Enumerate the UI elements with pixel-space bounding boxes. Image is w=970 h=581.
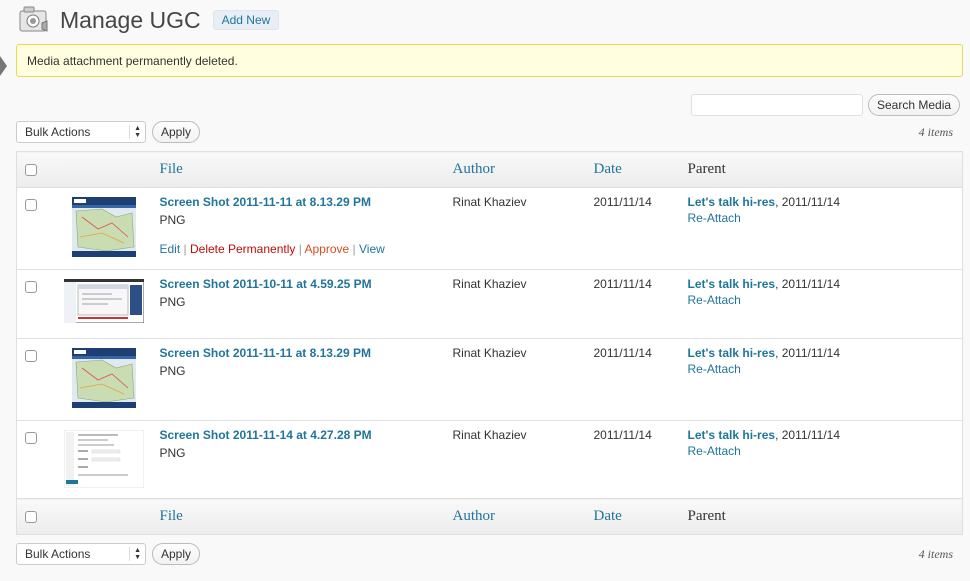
author-cell: Rinat Khaziev: [444, 338, 586, 421]
approve-link[interactable]: Approve: [305, 242, 350, 256]
notice-message: Media attachment permanently deleted.: [16, 44, 963, 77]
date-cell: 2011/11/14: [585, 420, 680, 499]
separator: |: [349, 242, 359, 256]
parent-link[interactable]: Let's talk hi-res: [688, 346, 776, 360]
bulk-actions-select-bottom[interactable]: Bulk Actions ▲ ▼: [16, 543, 146, 565]
search-input[interactable]: [691, 94, 863, 116]
thumbnail-form-image[interactable]: [63, 430, 144, 488]
re-attach-link[interactable]: Re-Attach: [688, 293, 955, 307]
author-cell: Rinat Khaziev: [444, 420, 586, 499]
add-new-button[interactable]: Add New: [212, 10, 280, 30]
table-row: Screen Shot 2011-10-11 at 4.59.25 PM PNG…: [16, 269, 963, 339]
parent-date: , 2011/11/14: [775, 428, 841, 442]
column-author[interactable]: Author: [444, 151, 586, 188]
select-arrows-icon: ▲ ▼: [129, 125, 141, 139]
file-type: PNG: [159, 295, 186, 309]
select-arrows-icon: ▲ ▼: [129, 547, 141, 561]
apply-button-bottom[interactable]: Apply: [152, 543, 201, 565]
file-name-link[interactable]: Screen Shot 2011-10-11 at 4.59.25 PM: [160, 277, 372, 291]
items-count-bottom: 4 items: [918, 546, 953, 561]
edit-link[interactable]: Edit: [160, 242, 181, 256]
parent-link[interactable]: Let's talk hi-res: [688, 277, 776, 291]
row-checkbox[interactable]: [25, 350, 37, 362]
parent-date: , 2011/11/14: [775, 277, 841, 291]
date-cell: 2011/11/14: [585, 338, 680, 421]
author-cell: Rinat Khaziev: [444, 187, 586, 270]
page-title: Manage UGC: [60, 6, 201, 33]
file-type: PNG: [159, 364, 186, 378]
separator: |: [295, 242, 305, 256]
parent-link[interactable]: Let's talk hi-res: [688, 195, 776, 209]
date-cell: 2011/11/14: [585, 269, 680, 339]
column-author-footer[interactable]: Author: [444, 498, 586, 535]
row-actions: Edit | Delete Permanently | Approve | Vi…: [160, 242, 437, 256]
parent-link[interactable]: Let's talk hi-res: [688, 428, 776, 442]
table-row: Screen Shot 2011-11-11 at 8.13.29 PM PNG…: [16, 338, 963, 421]
media-table: File Author Date Parent Screen Shot 2011…: [16, 151, 963, 535]
thumbnail-map-image[interactable]: [71, 348, 136, 408]
file-type: PNG: [159, 213, 186, 227]
row-checkbox[interactable]: [25, 432, 37, 444]
column-parent: Parent: [679, 151, 963, 188]
search-box: Search Media: [691, 94, 961, 116]
column-date[interactable]: Date: [585, 151, 680, 188]
separator: |: [180, 242, 190, 256]
collapse-arrow-icon: [0, 56, 7, 76]
tablenav-bottom: Bulk Actions ▲ ▼ Apply 4 items: [16, 543, 963, 565]
file-name-link[interactable]: Screen Shot 2011-11-11 at 8.13.29 PM: [160, 195, 371, 209]
select-all-checkbox[interactable]: [25, 163, 37, 176]
parent-date: , 2011/11/14: [775, 346, 841, 360]
file-name-link[interactable]: Screen Shot 2011-11-11 at 8.13.29 PM: [160, 346, 371, 360]
author-cell: Rinat Khaziev: [444, 269, 586, 339]
re-attach-link[interactable]: Re-Attach: [688, 362, 955, 376]
view-link[interactable]: View: [359, 242, 385, 256]
items-count: 4 items: [918, 124, 953, 139]
bulk-actions-select[interactable]: Bulk Actions ▲ ▼: [16, 121, 146, 143]
column-date-footer[interactable]: Date: [585, 498, 680, 535]
column-file-footer[interactable]: File: [151, 498, 445, 535]
column-file[interactable]: File: [151, 151, 445, 188]
page-header: Manage UGC Add New: [18, 4, 280, 36]
file-name-link[interactable]: Screen Shot 2011-11-14 at 4.27.28 PM: [160, 428, 372, 442]
row-checkbox[interactable]: [25, 281, 37, 293]
table-row: Screen Shot 2011-11-14 at 4.27.28 PM PNG…: [16, 420, 963, 499]
delete-permanently-link[interactable]: Delete Permanently: [190, 242, 295, 256]
apply-button[interactable]: Apply: [152, 121, 201, 143]
re-attach-link[interactable]: Re-Attach: [688, 444, 955, 458]
tablenav-top: Bulk Actions ▲ ▼ Apply 4 items: [16, 121, 963, 143]
table-row: Screen Shot 2011-11-11 at 8.13.29 PM PNG…: [16, 187, 963, 270]
date-cell: 2011/11/14: [585, 187, 680, 270]
thumbnail-desktop-image[interactable]: [63, 279, 144, 323]
file-type: PNG: [159, 446, 186, 460]
re-attach-link[interactable]: Re-Attach: [688, 211, 955, 225]
parent-date: , 2011/11/14: [775, 195, 841, 209]
select-all-checkbox-footer[interactable]: [25, 510, 37, 523]
thumbnail-map-image[interactable]: [71, 197, 136, 257]
row-checkbox[interactable]: [25, 199, 37, 211]
search-media-button[interactable]: Search Media: [868, 94, 961, 116]
bulk-actions-value: Bulk Actions: [25, 125, 91, 139]
media-library-icon: [19, 6, 48, 32]
bulk-actions-value: Bulk Actions: [25, 547, 91, 561]
column-parent-footer: Parent: [679, 498, 963, 535]
